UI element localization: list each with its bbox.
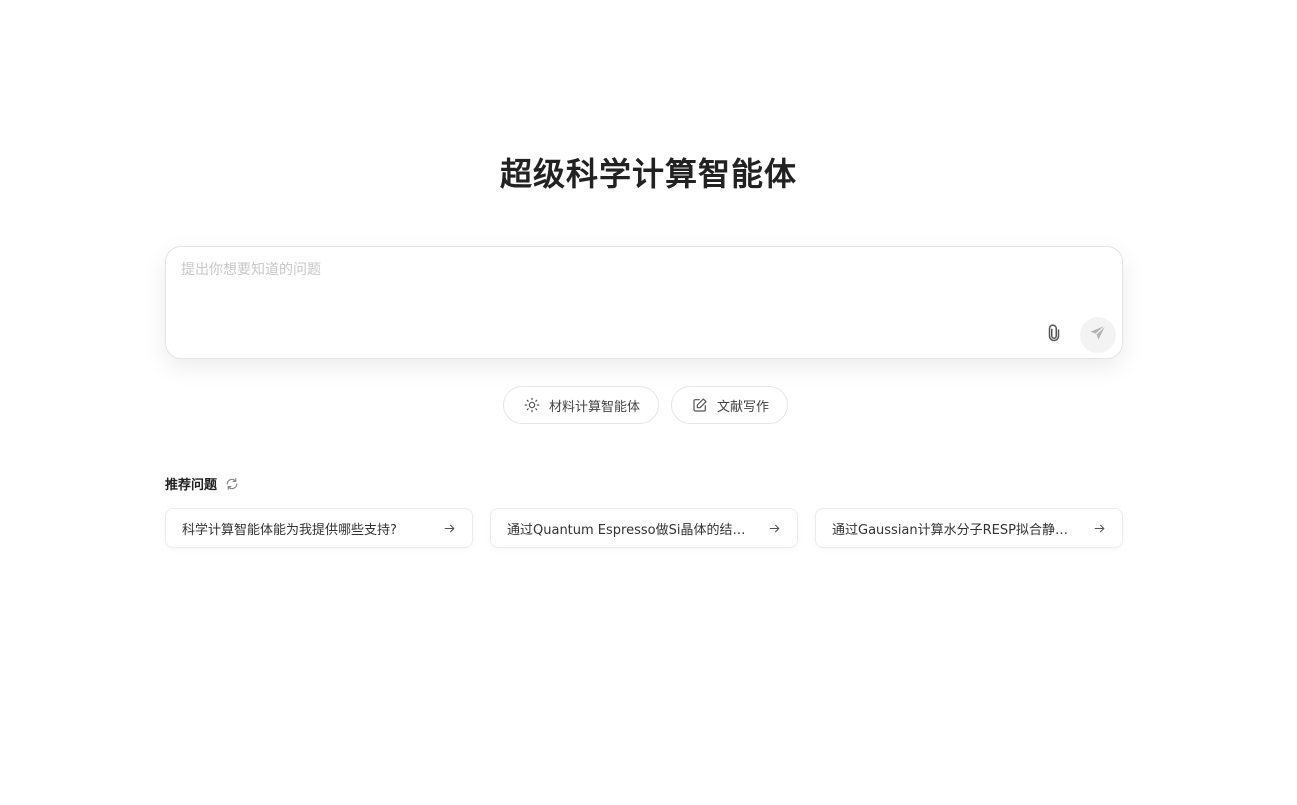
attach-button[interactable] <box>1042 323 1066 347</box>
send-button[interactable] <box>1080 317 1116 353</box>
recommended-question-card[interactable]: 通过Gaussian计算水分子RESP拟合静… <box>815 508 1123 548</box>
paperclip-icon <box>1045 324 1063 346</box>
mode-button-writing[interactable]: 文献写作 <box>671 386 789 424</box>
page-title: 超级科学计算智能体 <box>499 155 797 193</box>
recommended-title: 推荐问题 <box>165 478 218 493</box>
question-text: 通过Quantum Espresso做Si晶体的结… <box>507 522 746 538</box>
recommended-question-card[interactable]: 科学计算智能体能为我提供哪些支持? <box>165 508 473 548</box>
recommended-question-card[interactable]: 通过Quantum Espresso做Si晶体的结… <box>490 508 798 548</box>
edit-icon <box>691 396 709 414</box>
recommended-header: 推荐问题 <box>165 474 239 493</box>
question-text: 科学计算智能体能为我提供哪些支持? <box>182 522 397 538</box>
mode-label: 文献写作 <box>717 399 770 415</box>
send-icon <box>1088 323 1108 347</box>
question-text: 通过Gaussian计算水分子RESP拟合静… <box>832 522 1068 538</box>
question-input[interactable] <box>181 259 1101 319</box>
sun-icon <box>523 396 541 414</box>
mode-button-materials[interactable]: 材料计算智能体 <box>502 386 659 424</box>
arrow-right-icon <box>767 521 781 535</box>
mode-selector: 材料计算智能体 文献写作 <box>0 386 1297 424</box>
arrow-right-icon <box>442 521 456 535</box>
refresh-icon[interactable] <box>225 477 239 491</box>
mode-label: 材料计算智能体 <box>548 399 640 415</box>
recommended-list: 科学计算智能体能为我提供哪些支持? 通过Quantum Espresso做Si晶… <box>165 508 1124 548</box>
arrow-right-icon <box>1092 521 1106 535</box>
page: 超级科学计算智能体 提出你想要知道的问题 材料计算智能体 文献写作 推荐问题 科… <box>0 0 1297 805</box>
chat-composer <box>165 246 1123 359</box>
